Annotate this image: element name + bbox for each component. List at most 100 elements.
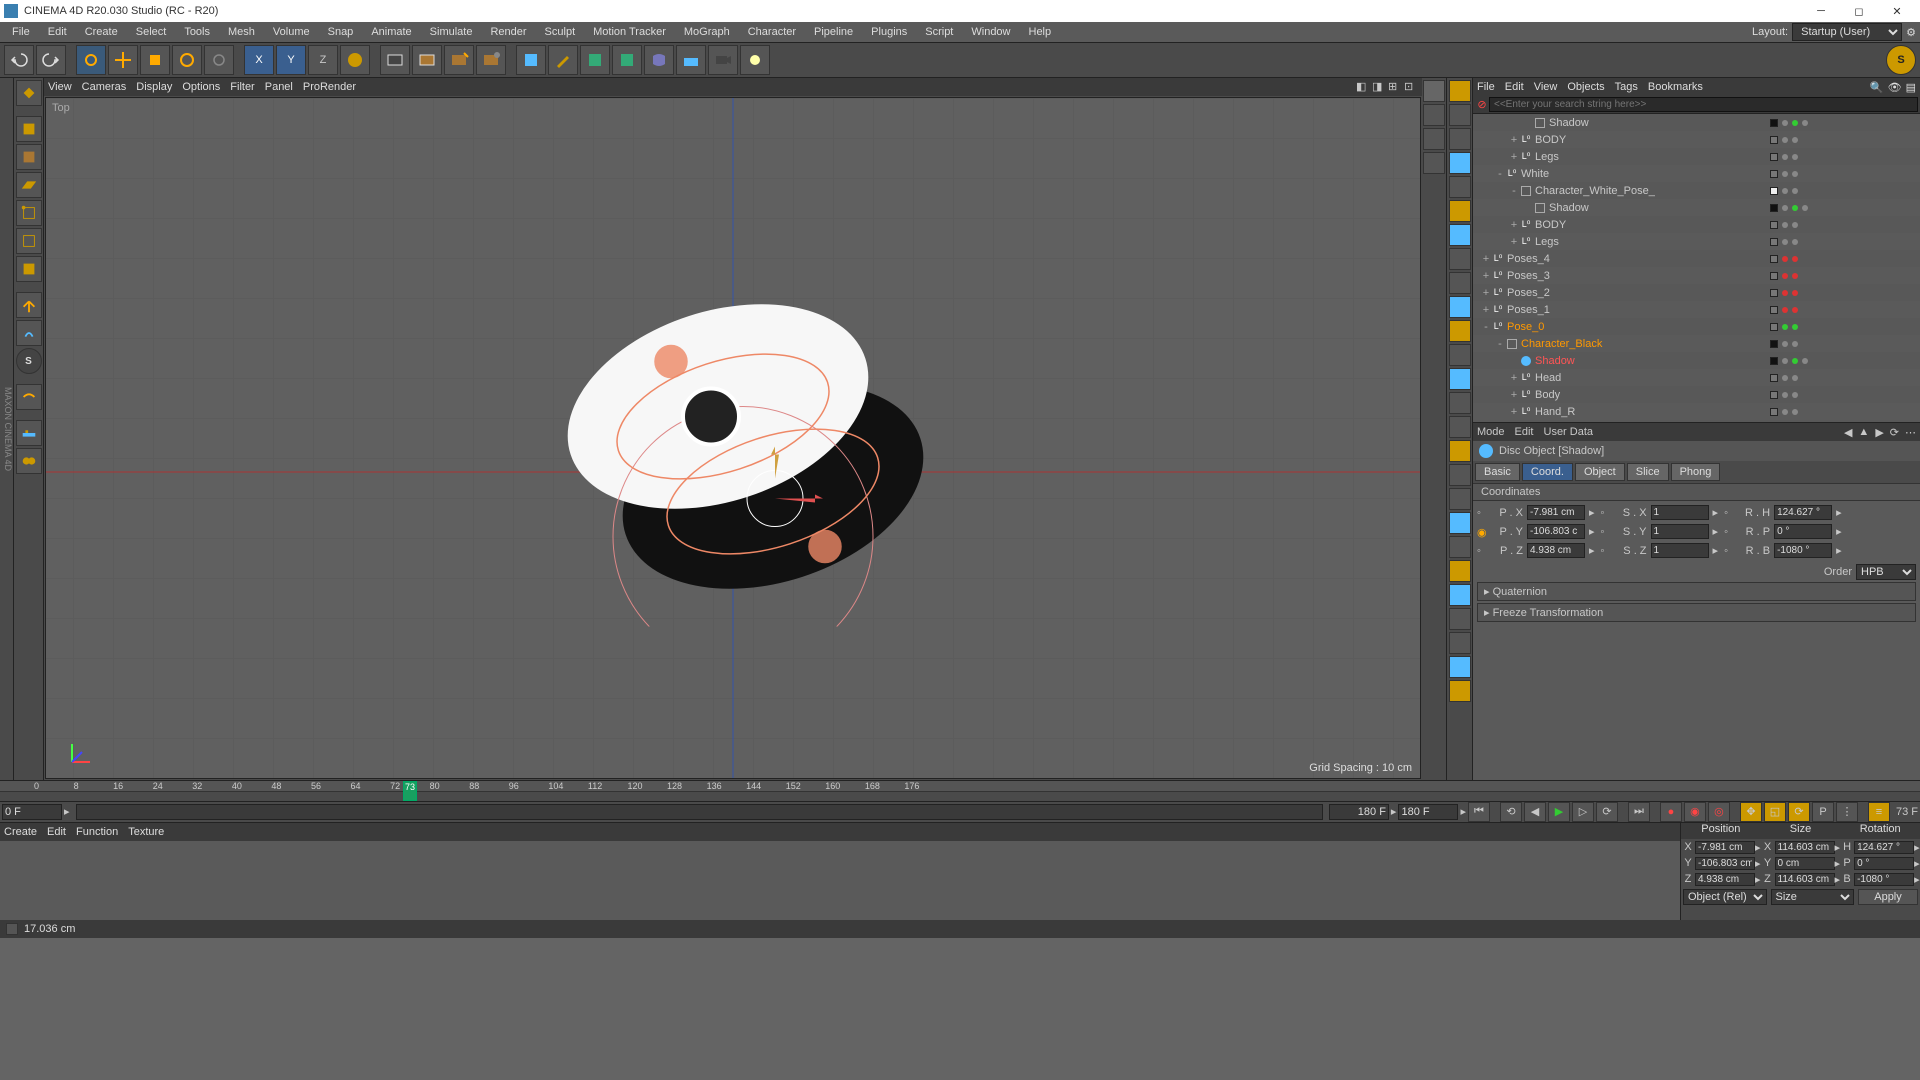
palette-btn-10[interactable] xyxy=(1449,320,1471,342)
scale-tool[interactable] xyxy=(140,45,170,75)
maximize-button[interactable]: ◻ xyxy=(1840,1,1878,21)
layout-select[interactable]: Startup (User) xyxy=(1792,23,1902,41)
fold-freeze[interactable]: ▸ Freeze Transformation xyxy=(1477,603,1916,622)
tab-phong[interactable]: Phong xyxy=(1671,463,1721,481)
z-axis-lock[interactable]: Z xyxy=(308,45,338,75)
undo-button[interactable] xyxy=(4,45,34,75)
input-py[interactable] xyxy=(1527,524,1585,539)
workplane-tool[interactable] xyxy=(16,384,42,410)
input-rb[interactable] xyxy=(1774,543,1832,558)
cm-pos[interactable] xyxy=(1695,857,1755,870)
order-select[interactable]: HPB xyxy=(1856,564,1916,580)
palette-btn-21[interactable] xyxy=(1449,584,1471,606)
tree-expander[interactable]: + xyxy=(1509,236,1519,248)
minimize-button[interactable]: ─ xyxy=(1802,1,1840,21)
add-generator[interactable] xyxy=(612,45,642,75)
nav-orbit[interactable] xyxy=(1423,80,1445,102)
input-pz[interactable] xyxy=(1527,543,1585,558)
palette-btn-19[interactable] xyxy=(1449,536,1471,558)
lock-tool[interactable] xyxy=(16,420,42,446)
close-button[interactable]: ✕ xyxy=(1878,1,1916,21)
tree-row[interactable]: +L⁰BODY xyxy=(1473,216,1920,233)
tree-expander[interactable]: + xyxy=(1481,304,1491,316)
add-camera[interactable] xyxy=(708,45,738,75)
tree-row[interactable]: -L⁰White xyxy=(1473,165,1920,182)
obj-search-icon[interactable]: 🔍 xyxy=(1870,81,1884,94)
obj-filter-icon[interactable]: ▤ xyxy=(1906,81,1916,94)
tree-flags[interactable] xyxy=(1770,204,1920,212)
palette-btn-4[interactable] xyxy=(1449,176,1471,198)
tree-flags[interactable] xyxy=(1770,221,1920,229)
prev-frame[interactable]: ◀ xyxy=(1524,802,1546,822)
menu-mograph[interactable]: MoGraph xyxy=(676,24,738,40)
tree-row[interactable]: +L⁰BODY xyxy=(1473,131,1920,148)
palette-btn-2[interactable] xyxy=(1449,128,1471,150)
cm-rot[interactable] xyxy=(1854,857,1914,870)
model-mode[interactable] xyxy=(16,116,42,142)
vpmenu-panel[interactable]: Panel xyxy=(265,81,293,93)
palette-btn-9[interactable] xyxy=(1449,296,1471,318)
last-tool[interactable] xyxy=(204,45,234,75)
record-button[interactable]: ● xyxy=(1660,802,1682,822)
tree-row[interactable]: +L⁰Legs xyxy=(1473,148,1920,165)
palette-btn-15[interactable] xyxy=(1449,440,1471,462)
attr-new-icon[interactable]: ⋯ xyxy=(1905,426,1916,439)
key-scale[interactable]: ◱ xyxy=(1764,802,1786,822)
make-editable[interactable] xyxy=(16,80,42,106)
menu-volume[interactable]: Volume xyxy=(265,24,318,40)
redo-button[interactable] xyxy=(36,45,66,75)
tree-row[interactable]: +L⁰Poses_2 xyxy=(1473,284,1920,301)
palette-btn-14[interactable] xyxy=(1449,416,1471,438)
tree-row[interactable]: Shadow xyxy=(1473,199,1920,216)
live-select-tool[interactable] xyxy=(76,45,106,75)
add-subdiv[interactable] xyxy=(580,45,610,75)
anim-dot[interactable]: ◉ xyxy=(1477,526,1489,538)
fold-quaternion[interactable]: ▸ Quaternion xyxy=(1477,582,1916,601)
anim-dot[interactable]: ◦ xyxy=(1477,507,1489,519)
tree-expander[interactable]: + xyxy=(1481,287,1491,299)
coord-mode1[interactable]: Object (Rel) xyxy=(1683,889,1767,905)
menu-snap[interactable]: Snap xyxy=(320,24,362,40)
vp-icon-3[interactable]: ⊞ xyxy=(1388,80,1402,94)
tree-flags[interactable] xyxy=(1770,119,1920,127)
tree-row[interactable]: Shadow xyxy=(1473,352,1920,369)
attrmenu-user-data[interactable]: User Data xyxy=(1544,426,1594,438)
tab-object[interactable]: Object xyxy=(1575,463,1625,481)
tree-row[interactable]: +L⁰Head xyxy=(1473,369,1920,386)
nav-frame[interactable] xyxy=(1423,152,1445,174)
palette-btn-18[interactable] xyxy=(1449,512,1471,534)
key-param[interactable]: P xyxy=(1812,802,1834,822)
add-cube[interactable] xyxy=(516,45,546,75)
substance-button[interactable]: S xyxy=(1886,45,1916,75)
palette-btn-11[interactable] xyxy=(1449,344,1471,366)
tree-row[interactable]: +L⁰Hand_R xyxy=(1473,403,1920,420)
tree-expander[interactable]: + xyxy=(1481,253,1491,265)
attr-nav-up[interactable]: ▲ xyxy=(1858,426,1869,439)
workplane-mode[interactable] xyxy=(16,172,42,198)
tree-row[interactable]: +L⁰Body xyxy=(1473,386,1920,403)
menu-create[interactable]: Create xyxy=(77,24,126,40)
menu-script[interactable]: Script xyxy=(917,24,961,40)
palette-btn-8[interactable] xyxy=(1449,272,1471,294)
palette-btn-17[interactable] xyxy=(1449,488,1471,510)
matmenu-edit[interactable]: Edit xyxy=(47,826,66,838)
add-environment[interactable] xyxy=(676,45,706,75)
menu-help[interactable]: Help xyxy=(1021,24,1060,40)
axis-mode[interactable] xyxy=(16,292,42,318)
palette-btn-22[interactable] xyxy=(1449,608,1471,630)
nav-zoom[interactable] xyxy=(1423,128,1445,150)
tree-row[interactable]: +L⁰Poses_4 xyxy=(1473,250,1920,267)
palette-btn-24[interactable] xyxy=(1449,656,1471,678)
tree-row[interactable]: Shadow xyxy=(1473,114,1920,131)
input-rp[interactable] xyxy=(1774,524,1832,539)
autokey-button[interactable]: ◉ xyxy=(1684,802,1706,822)
obj-eye-icon[interactable]: 👁 xyxy=(1888,81,1902,94)
layout-gear-icon[interactable]: ⚙ xyxy=(1906,26,1916,39)
menu-edit[interactable]: Edit xyxy=(40,24,75,40)
object-tree[interactable]: Shadow+L⁰BODY+L⁰Legs-L⁰White-Character_W… xyxy=(1473,114,1920,422)
tree-flags[interactable] xyxy=(1770,255,1920,263)
menu-window[interactable]: Window xyxy=(963,24,1018,40)
objmenu-view[interactable]: View xyxy=(1534,81,1558,93)
menu-pipeline[interactable]: Pipeline xyxy=(806,24,861,40)
tree-flags[interactable] xyxy=(1770,323,1920,331)
